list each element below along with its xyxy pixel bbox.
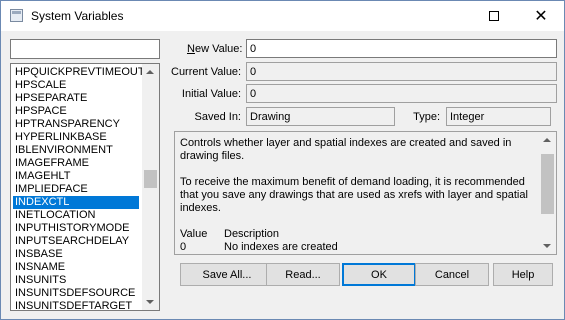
- scroll-down-arrow-icon[interactable]: [146, 300, 154, 304]
- window-app-icon: [10, 9, 23, 22]
- variable-list-item[interactable]: INSNAME: [13, 261, 139, 274]
- variable-list-item[interactable]: INSUNITSDEFTARGET: [13, 300, 139, 310]
- variable-list-item[interactable]: IMPLIEDFACE: [13, 183, 139, 196]
- variable-list-item[interactable]: IMAGEFRAME: [13, 157, 139, 170]
- value-column-header: Value: [180, 228, 208, 240]
- new-value-input[interactable]: 0: [246, 39, 557, 58]
- description-pane[interactable]: Controls whether layer and spatial index…: [174, 131, 557, 255]
- variable-list-item[interactable]: INSBASE: [13, 248, 139, 261]
- type-label: Type:: [413, 111, 440, 123]
- read-button[interactable]: Read...: [266, 263, 340, 286]
- type-field: Integer: [446, 107, 551, 126]
- scroll-down-arrow-icon[interactable]: [543, 244, 551, 248]
- value-table: Value Description 0 No indexes are create…: [180, 228, 535, 254]
- scroll-up-arrow-icon[interactable]: [146, 70, 154, 74]
- save-all-button[interactable]: Save All...: [180, 263, 274, 286]
- window-title: System Variables: [31, 9, 124, 23]
- title-bar: System Variables ✕: [1, 1, 564, 31]
- variable-list-item[interactable]: IBLENVIRONMENT: [13, 144, 139, 157]
- variable-list-item[interactable]: HYPERLINKBASE: [13, 131, 139, 144]
- variable-search-input[interactable]: [10, 39, 160, 59]
- close-icon: ✕: [534, 8, 548, 25]
- help-button[interactable]: Help: [493, 263, 553, 286]
- description-paragraph: Controls whether layer and spatial index…: [180, 137, 512, 162]
- variable-list-item[interactable]: INSUNITSDEFSOURCE: [13, 287, 139, 300]
- variable-list-item[interactable]: INSUNITS: [13, 274, 139, 287]
- maximize-icon: [489, 11, 499, 21]
- variable-list[interactable]: HPQUICKPREVTIMEOUT HPSCALE HPSEPARATE HPSPA…: [10, 63, 160, 311]
- saved-in-field: Drawing: [246, 107, 395, 126]
- cancel-button[interactable]: Cancel: [415, 263, 489, 286]
- value-cell: 0: [180, 241, 187, 253]
- description-column-header: Description: [224, 228, 280, 240]
- variable-list-scrollbar[interactable]: [142, 64, 159, 310]
- maximize-button[interactable]: [471, 1, 517, 31]
- initial-value-label: Initial Value:: [181, 88, 241, 100]
- description-paragraph: To receive the maximum benefit of demand…: [180, 176, 528, 214]
- variable-list-item[interactable]: INPUTHISTORYMODE: [13, 222, 139, 235]
- variable-list-scroll-thumb[interactable]: [144, 170, 157, 189]
- variable-list-item[interactable]: INPUTSEARCHDELAY: [13, 235, 139, 248]
- scroll-up-arrow-icon[interactable]: [543, 138, 551, 142]
- variable-list-item[interactable]: INDEXCTL: [13, 196, 139, 209]
- initial-value-field: 0: [246, 84, 557, 103]
- variable-list-item[interactable]: HPSEPARATE: [13, 92, 139, 105]
- description-cell: No indexes are created: [224, 241, 338, 253]
- variable-list-item[interactable]: HPSCALE: [13, 79, 139, 92]
- variable-list-item[interactable]: HPQUICKPREVTIMEOUT: [13, 66, 145, 79]
- system-variables-dialog: System Variables ✕ HPQUICKPREVTIMEOUT HPS…: [0, 0, 565, 320]
- saved-in-label: Saved In:: [194, 111, 241, 123]
- variable-list-item[interactable]: INETLOCATION: [13, 209, 139, 222]
- description-text: Controls whether layer and spatial index…: [180, 137, 535, 254]
- variable-list-item[interactable]: HPSPACE: [13, 105, 139, 118]
- description-scrollbar[interactable]: [539, 132, 556, 254]
- current-value-field: 0: [246, 62, 557, 81]
- new-value-label: New Value:: [187, 43, 243, 55]
- variable-list-item[interactable]: IMAGEHLT: [13, 170, 139, 183]
- close-button[interactable]: ✕: [518, 1, 564, 31]
- ok-button[interactable]: OK: [342, 263, 416, 286]
- variable-list-item[interactable]: HPTRANSPARENCY: [13, 118, 139, 131]
- current-value-label: Current Value:: [171, 66, 242, 78]
- description-scroll-thumb[interactable]: [541, 154, 554, 214]
